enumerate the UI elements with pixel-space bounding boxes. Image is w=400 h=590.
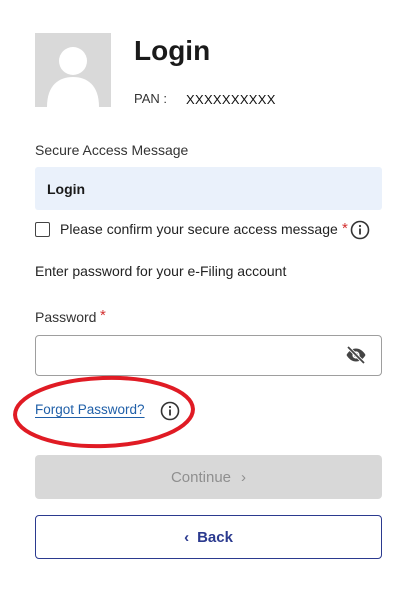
required-asterisk: * [342, 220, 348, 237]
confirm-checkbox[interactable] [35, 222, 50, 237]
user-avatar-icon [47, 47, 99, 107]
info-icon[interactable] [160, 401, 180, 426]
confirm-checkbox-label[interactable]: Please confirm your secure access messag… [60, 221, 338, 237]
password-required-asterisk: * [100, 307, 106, 324]
back-button[interactable]: ‹ Back [35, 515, 382, 559]
password-label: Password [35, 309, 97, 325]
back-label: Back [197, 528, 233, 546]
chevron-left-icon: ‹ [184, 528, 190, 546]
page-title: Login [134, 35, 211, 66]
pan-label: PAN : [134, 91, 167, 106]
secure-access-message-box: Login [35, 167, 382, 210]
eye-slash-icon[interactable] [345, 345, 367, 370]
secure-access-message-value: Login [47, 181, 86, 197]
pan-value: XXXXXXXXXX [186, 92, 276, 107]
continue-button[interactable]: Continue › [35, 455, 382, 499]
forgot-password-link[interactable]: Forgot Password? [35, 402, 145, 417]
chevron-right-icon: › [241, 468, 247, 486]
password-instructions: Enter password for your e-Filing account [35, 263, 287, 279]
secure-access-label: Secure Access Message [35, 142, 189, 158]
password-input[interactable] [35, 335, 382, 376]
avatar [35, 33, 111, 107]
info-icon[interactable] [350, 220, 370, 245]
continue-label: Continue [170, 468, 232, 486]
